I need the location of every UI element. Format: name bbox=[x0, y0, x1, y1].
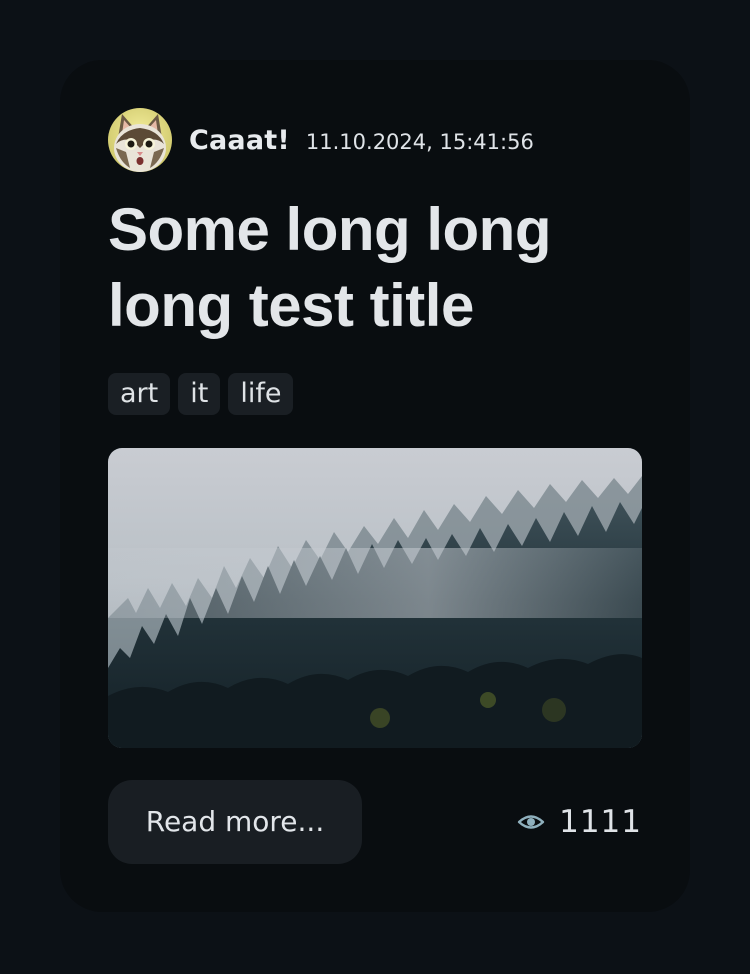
cat-avatar-icon bbox=[108, 108, 172, 172]
post-title[interactable]: Some long long long test title bbox=[108, 192, 648, 344]
post-image bbox=[108, 448, 642, 748]
tag-it[interactable]: it bbox=[178, 373, 221, 415]
post-card: Caaat! 11.10.2024, 15:41:56 Some long lo… bbox=[60, 60, 690, 912]
view-counter: 1111 bbox=[517, 800, 642, 844]
author-row: Caaat! 11.10.2024, 15:41:56 bbox=[108, 108, 534, 172]
eye-icon bbox=[517, 815, 545, 829]
author-name[interactable]: Caaat! bbox=[189, 125, 290, 156]
foggy-forest-image bbox=[108, 448, 642, 748]
tag-art[interactable]: art bbox=[108, 373, 171, 415]
tag-list: art it life bbox=[108, 373, 294, 415]
author-avatar[interactable] bbox=[108, 108, 172, 172]
tag-life[interactable]: life bbox=[228, 373, 294, 415]
post-date: 11.10.2024, 15:41:56 bbox=[305, 130, 534, 154]
view-count: 1111 bbox=[559, 804, 642, 840]
read-more-button[interactable]: Read more... bbox=[108, 780, 362, 864]
